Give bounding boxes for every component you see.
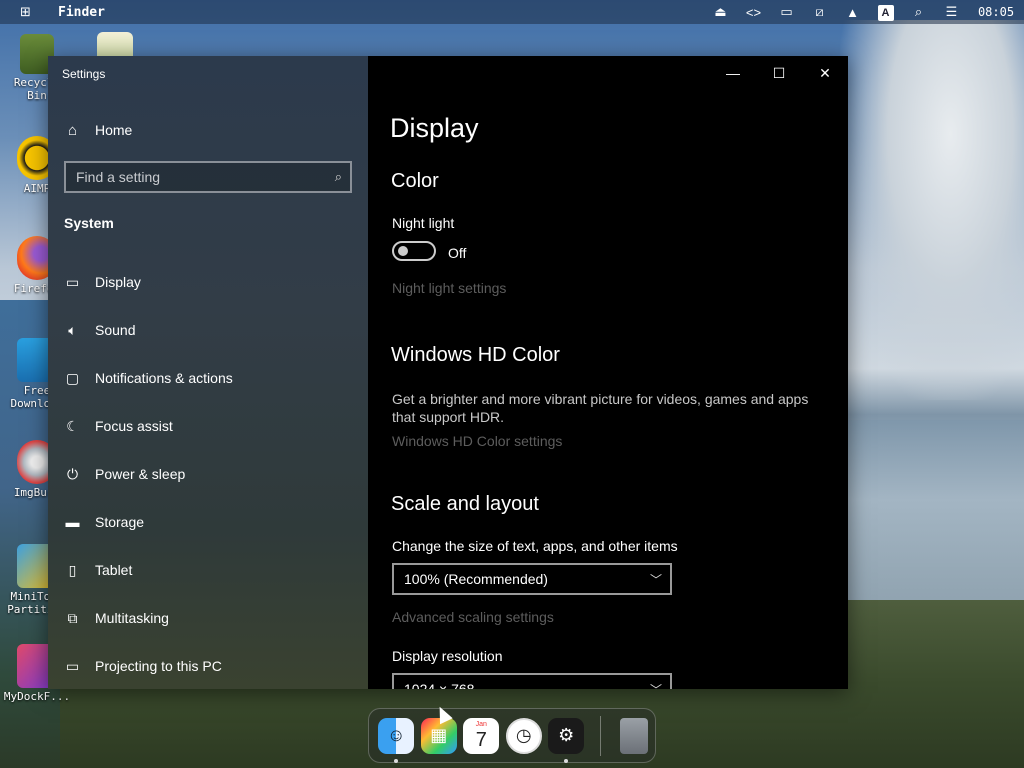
notifications-icon: ▢ xyxy=(65,369,80,386)
window-controls: — ☐ ✕ xyxy=(710,56,848,90)
nav-item-label: Sound xyxy=(95,322,136,338)
maximize-button[interactable]: ☐ xyxy=(756,56,802,90)
desktop-icon-label: AIMP xyxy=(23,182,51,195)
settings-sidebar: Settings ⌂ Home Find a setting ⌕ System … xyxy=(48,56,368,689)
hd-color-description: Get a brighter and more vibrant picture … xyxy=(392,391,809,425)
night-light-label: Night light xyxy=(392,215,455,231)
nav-list: ▭ Display 🔈︎ Sound ▢ Notifications & act… xyxy=(48,258,368,689)
settings-icon: ⚙ xyxy=(548,717,585,754)
upload-icon[interactable]: ▲ xyxy=(836,5,869,20)
tablet-icon: ▯ xyxy=(68,561,77,578)
close-button[interactable]: ✕ xyxy=(802,56,848,90)
night-light-toggle[interactable] xyxy=(392,241,436,261)
nav-item-label: Power & sleep xyxy=(95,466,186,482)
monitor-icon[interactable]: ▭ xyxy=(770,4,803,20)
nav-item-label: Storage xyxy=(95,514,145,530)
desktop-wallpaper-sky xyxy=(840,20,1024,400)
top-menu-bar: ⊞ Finder ⏏ <> ▭ ⧄ ▲ A ⌕ ☰ 08:05 xyxy=(0,0,1024,24)
nav-item-display[interactable]: ▭ Display xyxy=(48,258,368,306)
nav-item-label: Multitasking xyxy=(95,610,169,626)
nav-item-tablet[interactable]: ▯ Tablet xyxy=(48,546,368,594)
chevron-down-icon: ﹀ xyxy=(650,681,662,690)
toggle-icon[interactable]: ☰ xyxy=(935,4,968,20)
dock-item-trash[interactable] xyxy=(612,714,655,757)
page-title: Display xyxy=(390,113,479,143)
scale-dropdown[interactable]: 100% (Recommended) ﹀ xyxy=(392,563,672,595)
dock-item-settings[interactable]: ⚙ xyxy=(545,714,588,763)
nav-item-notifications[interactable]: ▢ Notifications & actions xyxy=(48,354,368,402)
running-indicator xyxy=(394,759,398,763)
hd-color-settings-link[interactable]: Windows HD Color settings xyxy=(392,433,562,449)
active-app-name[interactable]: Finder xyxy=(58,5,105,20)
desktop-wallpaper-sea xyxy=(840,420,1024,620)
nav-item-sound[interactable]: 🔈︎ Sound xyxy=(48,306,368,354)
dock: ☺ ▦ Jan 7 ◷ ⚙ xyxy=(368,708,656,763)
nav-item-label: Focus assist xyxy=(95,418,173,434)
section-heading-color: Color xyxy=(391,170,439,192)
storage-icon: ▬ xyxy=(65,514,80,530)
windows-logo-icon[interactable]: ⊞ xyxy=(20,4,40,20)
nav-item-label: Display xyxy=(95,274,141,290)
dock-item-clock[interactable]: ◷ xyxy=(503,714,546,757)
settings-content: — ☐ ✕ Display Color Night light Off Nigh… xyxy=(368,56,848,689)
nav-item-multitasking[interactable]: ⧉ Multitasking xyxy=(48,594,368,642)
eject-icon[interactable]: ⏏ xyxy=(704,4,737,20)
resolution-label-text: Display resolution xyxy=(392,648,503,664)
calendar-icon: Jan 7 xyxy=(463,717,500,754)
network-off-icon[interactable]: ⧄ xyxy=(803,4,836,20)
dock-separator xyxy=(599,715,601,756)
finder-icon: ☺ xyxy=(378,717,415,754)
search-icon[interactable]: ⌕ xyxy=(902,4,935,20)
resolution-dropdown-value: 1024 × 768 xyxy=(404,681,475,689)
nav-group-label: System xyxy=(64,215,114,231)
calendar-day: 7 xyxy=(475,728,487,751)
nav-item-storage[interactable]: ▬ Storage xyxy=(48,498,368,546)
settings-window: Settings ⌂ Home Find a setting ⌕ System … xyxy=(48,56,848,689)
minimize-button[interactable]: — xyxy=(710,56,756,90)
home-icon: ⌂ xyxy=(67,121,78,139)
nav-item-power-sleep[interactable]: ⏻ Power & sleep xyxy=(48,450,368,498)
scale-dropdown-value: 100% (Recommended) xyxy=(404,571,548,587)
nav-home[interactable]: ⌂ Home xyxy=(48,114,368,146)
chevron-down-icon: ﹀ xyxy=(649,572,662,587)
advanced-scaling-link[interactable]: Advanced scaling settings xyxy=(392,609,554,625)
night-light-state: Off xyxy=(448,245,467,261)
scale-label: Change the size of text, apps, and other… xyxy=(392,538,678,554)
sound-icon: 🔈︎ xyxy=(68,321,77,338)
dock-item-calendar[interactable]: Jan 7 xyxy=(460,714,503,757)
display-icon: ▭ xyxy=(65,273,80,290)
nav-item-label: Notifications & actions xyxy=(95,370,233,386)
nav-item-projecting[interactable]: ▭ Projecting to this PC xyxy=(48,642,368,689)
nav-item-label: Tablet xyxy=(95,562,133,578)
multitasking-icon: ⧉ xyxy=(67,609,78,626)
window-title: Settings xyxy=(62,67,106,81)
projecting-icon: ▭ xyxy=(65,657,80,674)
night-light-settings-link[interactable]: Night light settings xyxy=(392,280,506,296)
search-placeholder: Find a setting xyxy=(76,169,161,185)
system-tray: ⏏ <> ▭ ⧄ ▲ A ⌕ ☰ 08:05 xyxy=(704,0,1024,24)
resolution-dropdown[interactable]: 1024 × 768 ﹀ xyxy=(392,673,672,689)
code-icon[interactable]: <> xyxy=(737,5,770,20)
search-input[interactable]: Find a setting ⌕ xyxy=(64,161,352,193)
clock-icon: ◷ xyxy=(505,717,542,754)
power-icon: ⏻ xyxy=(66,465,79,482)
nav-item-focus-assist[interactable]: ☾ Focus assist xyxy=(48,402,368,450)
toggle-knob xyxy=(398,246,408,256)
search-icon: ⌕ xyxy=(334,169,342,184)
trash-icon xyxy=(619,717,648,754)
calendar-month: Jan xyxy=(475,720,487,728)
clock[interactable]: 08:05 xyxy=(968,5,1024,19)
dock-item-finder[interactable]: ☺ xyxy=(375,714,418,763)
desktop-icon-label: MyDockF... xyxy=(3,690,71,703)
nav-item-label: Projecting to this PC xyxy=(95,658,222,674)
running-indicator xyxy=(564,759,568,763)
section-heading-hd-color: Windows HD Color xyxy=(391,344,560,366)
keyboard-a-icon[interactable]: A xyxy=(869,4,902,21)
section-heading-scale: Scale and layout xyxy=(391,493,539,515)
nav-home-label: Home xyxy=(95,122,133,138)
moon-icon: ☾ xyxy=(66,417,79,434)
